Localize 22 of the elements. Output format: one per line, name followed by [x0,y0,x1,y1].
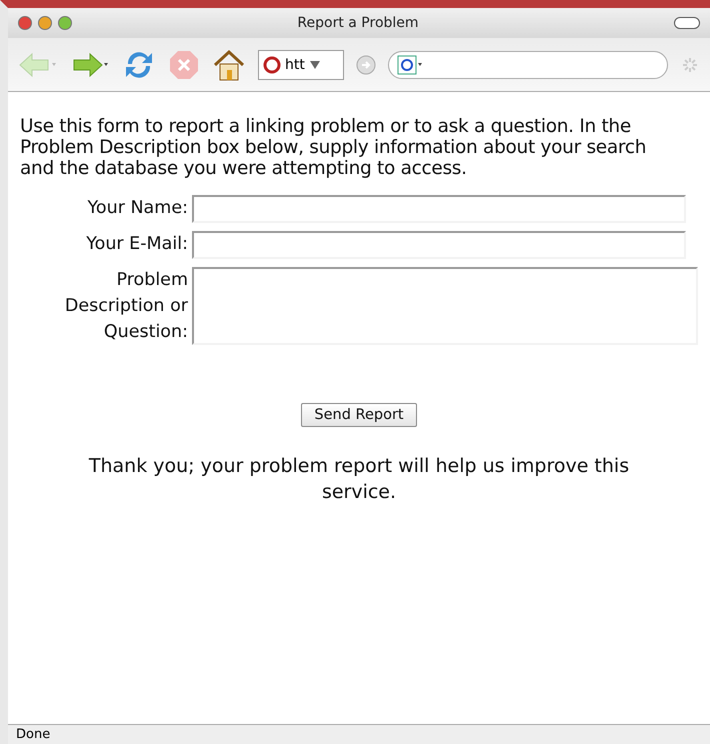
minimize-icon[interactable] [38,16,52,30]
dropdown-icon[interactable] [308,60,321,70]
status-text: Done [16,727,50,742]
close-icon[interactable] [18,16,32,30]
go-icon[interactable] [356,54,376,74]
send-button[interactable]: Send Report [301,403,417,427]
window-title: Report a Problem [296,15,420,31]
search-field[interactable] [388,50,668,78]
address-field[interactable]: htt [258,50,344,80]
input-field[interactable] [192,195,686,223]
toolbar-toggle-icon[interactable] [674,17,700,29]
input-field[interactable] [192,231,686,259]
field-label: Your E-Mail: [85,233,188,256]
field-label: Problem Description or Question: [64,269,188,344]
intro-text: Use this form to report a linking problem or to ask a question. In the Problem Description box below, supply information about your search and the database you were attempting to access. [20,116,648,179]
stop-icon[interactable] [168,48,200,80]
thanks-text: Thank you; your problem report will help us improve this service. [88,454,630,505]
field-label: Your Name: [86,197,188,220]
text-area[interactable] [192,267,698,345]
zoom-icon[interactable] [58,16,72,30]
address-text: htt [285,56,305,72]
home-icon[interactable] [212,48,246,82]
